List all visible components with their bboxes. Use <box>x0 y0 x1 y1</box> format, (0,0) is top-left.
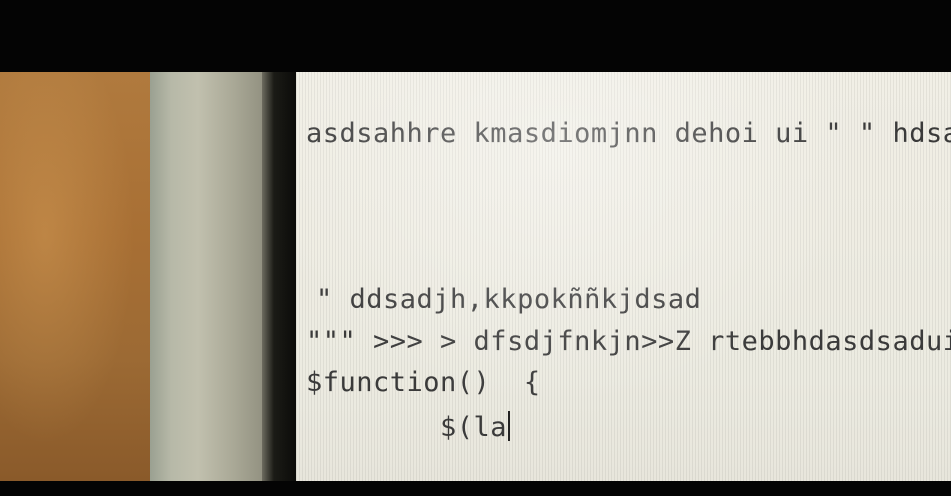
code-line-3: """ >>> > dfsdjfnkjn>>Z rtebbhdasdsadui <box>306 326 951 357</box>
photo-frame: asdsahhre kmasdiomjnn dehoi ui " " hdsa … <box>0 0 951 496</box>
letterbox-top <box>0 0 951 72</box>
code-line-4: $function() { <box>306 367 541 398</box>
monitor-screen: asdsahhre kmasdiomjnn dehoi ui " " hdsa … <box>296 72 951 481</box>
monitor-bezel <box>150 72 270 481</box>
wooden-desk-background <box>0 72 150 481</box>
code-line-5[interactable]: $(la <box>440 411 511 443</box>
text-cursor <box>508 411 511 441</box>
letterbox-bottom <box>0 481 951 496</box>
code-line-2: " ddsadjh,kkpokññkjdsad <box>316 284 702 315</box>
code-line-1: asdsahhre kmasdiomjnn dehoi ui " " hdsa <box>306 118 951 149</box>
monitor-bezel-edge <box>262 72 296 481</box>
code-line-5-text: $(la <box>440 412 508 443</box>
